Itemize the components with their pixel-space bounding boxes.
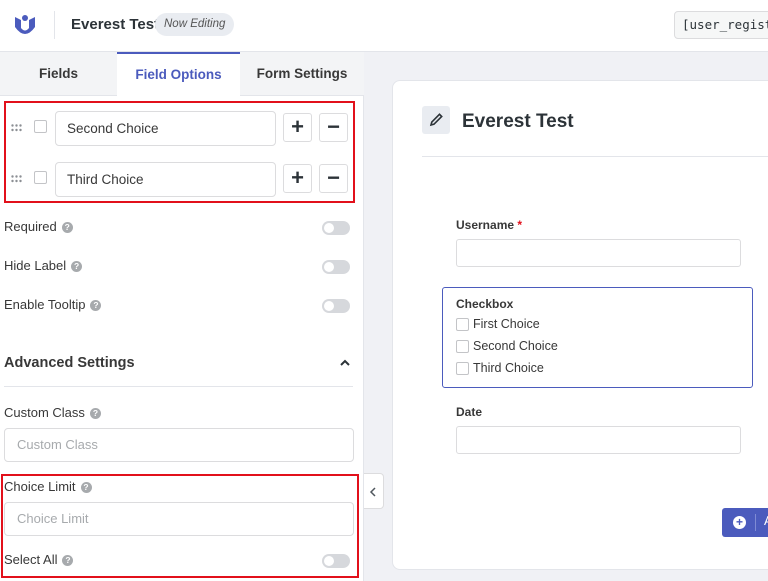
help-icon[interactable]: ? <box>89 408 101 419</box>
plus-circle-icon: + <box>733 516 746 529</box>
panel-tabs: Fields Field Options Form Settings <box>0 52 364 97</box>
preview-divider <box>422 156 768 157</box>
required-label: Required <box>4 219 57 234</box>
preview-form-title[interactable]: Everest Test <box>462 111 574 133</box>
hide-label-toggle[interactable] <box>322 260 350 274</box>
hide-label-setting: Hide Label? <box>4 258 350 278</box>
choices-highlight <box>4 101 355 203</box>
enable-tooltip-toggle[interactable] <box>322 299 350 313</box>
date-input[interactable] <box>456 426 741 454</box>
advanced-settings-heading[interactable]: Advanced Settings <box>4 355 135 371</box>
edit-title-button[interactable] <box>422 106 450 134</box>
custom-class-label: Custom Class <box>4 405 85 420</box>
help-icon[interactable]: ? <box>90 300 102 311</box>
hide-label-label: Hide Label <box>4 258 67 273</box>
tab-form-settings[interactable]: Form Settings <box>240 52 364 96</box>
header-divider <box>54 11 55 39</box>
required-toggle[interactable] <box>322 221 350 235</box>
date-label: Date <box>456 405 483 419</box>
choice-limit-highlight <box>1 474 359 578</box>
pencil-icon <box>429 113 443 127</box>
help-icon[interactable]: ? <box>71 261 83 272</box>
checkbox-label: Checkbox <box>456 297 514 311</box>
enable-tooltip-label: Enable Tooltip <box>4 297 86 312</box>
enable-tooltip-setting: Enable Tooltip? <box>4 297 350 317</box>
checkbox-square[interactable] <box>456 318 469 331</box>
shortcode-box[interactable]: [user_registr <box>674 11 768 39</box>
chevron-up-icon[interactable] <box>338 356 352 370</box>
advanced-divider <box>4 386 353 387</box>
collapse-panel-button[interactable] <box>364 473 384 509</box>
required-setting: Required? <box>4 219 350 239</box>
custom-class-input[interactable]: Custom Class <box>4 428 354 462</box>
user-registration-logo-icon[interactable] <box>12 12 38 38</box>
checkbox-square[interactable] <box>456 362 469 375</box>
help-icon[interactable]: ? <box>61 222 73 233</box>
tab-fields[interactable]: Fields <box>0 52 117 96</box>
add-new-button[interactable]: + A <box>722 508 768 537</box>
add-button-label: A <box>764 514 768 528</box>
username-label: Username * <box>456 218 523 232</box>
username-input[interactable] <box>456 239 741 267</box>
form-title: Everest Test <box>71 16 160 33</box>
required-asterisk: * <box>517 218 523 232</box>
chevron-left-icon <box>369 487 376 497</box>
checkbox-square[interactable] <box>456 340 469 353</box>
now-editing-badge: Now Editing <box>155 13 235 36</box>
tab-field-options[interactable]: Field Options <box>117 52 240 97</box>
top-bar: Everest Test Now Editing [user_registr <box>0 0 768 52</box>
